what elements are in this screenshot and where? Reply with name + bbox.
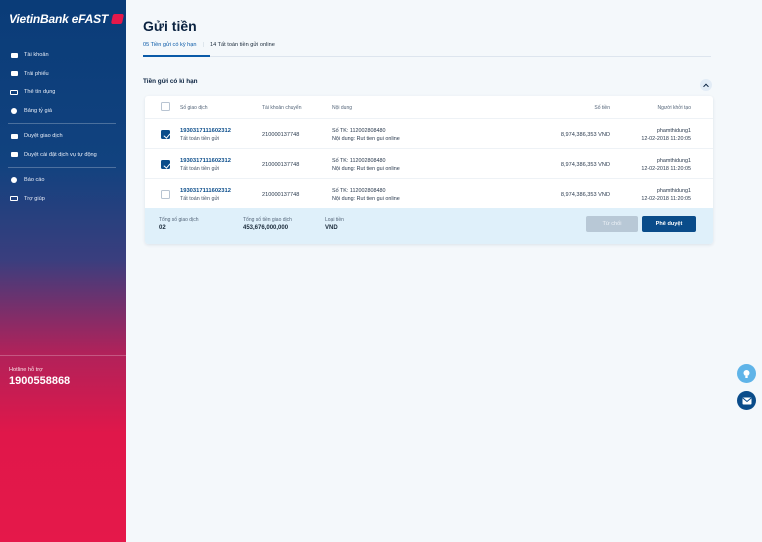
content-note: Nội dung: Rut tien gui online [332,166,400,172]
approve-transaction-icon [10,133,18,139]
table-row[interactable]: 1930317111602312 Tất toán tiền gửi 21000… [145,148,713,178]
creator: phamthidung1 [656,188,691,194]
sidebar-item-label: Duyệt cài đặt dịch vụ tự động [24,151,97,158]
content-account: Số TK: 112002808480 [332,128,386,134]
source-account: 210000137748 [262,132,300,138]
transaction-type: Tất toán tiền gửi [180,196,220,202]
sidebar-item-duyet-cai-dat[interactable]: Duyệt cài đặt dịch vụ tự động [0,146,126,165]
vietinbank-logo[interactable]: VietinBank eFAST [9,12,125,26]
report-icon [10,177,18,184]
header-creator: Người khởi tạo [657,105,691,111]
auto-service-icon [10,152,18,158]
transaction-code[interactable]: 1930317111602312 [180,128,231,134]
table-header: Số giao dịch Tài khoản chuyển Nội dung S… [145,96,713,116]
mail-icon[interactable] [737,391,756,410]
chevron-up-icon[interactable] [700,79,712,91]
header-code: Số giao dịch [180,105,208,111]
approve-button[interactable]: Phê duyệt [642,216,696,232]
transaction-table: Số giao dịch Tài khoản chuyển Nội dung S… [145,96,713,244]
sidebar-item-label: Báo cáo [24,177,45,184]
sidebar-item-tai-khoan[interactable]: Tài khoản [0,46,126,65]
content-note: Nội dung: Rut tien gui online [332,136,400,142]
tab-tat-toan-online[interactable]: 14 Tất toán tiền gửi online [210,42,281,48]
section-title: Tiền gửi có kì hạn [143,78,198,85]
tab-separator: | [202,42,204,48]
sidebar-item-label: Duyệt giao dịch [24,133,63,140]
creator: phamthidung1 [656,128,691,134]
total-label: Tổng số tiền giao dịch [243,217,292,223]
source-account: 210000137748 [262,192,300,198]
hotline-number[interactable]: 1900558868 [9,375,70,387]
sidebar-item-bang-ty-gia[interactable]: Bảng tỷ giá [0,102,126,121]
row-checkbox[interactable] [161,160,170,169]
tab-tien-gui-co-ky-han[interactable]: 05 Tiền gửi có kỳ hạn [143,42,203,48]
creator: phamthidung1 [656,158,691,164]
created-date: 12-02-2018 11:20:05 [641,166,691,172]
count-label: Tổng số giao dịch [159,217,199,223]
sidebar-item-tro-giup[interactable]: Trợ giúp [0,190,126,209]
sidebar-item-duyet-giao-dich[interactable]: Duyệt giao dịch [0,127,126,146]
page-title: Gửi tiền [143,18,197,34]
logo-flag-icon [110,14,125,24]
help-icon [10,196,18,202]
transaction-code[interactable]: 1930317111602312 [180,188,231,194]
sidebar-item-label: Trái phiếu [24,70,49,77]
sidebar-item-label: Trợ giúp [24,195,45,202]
reject-button[interactable]: Từ chối [586,216,638,232]
transaction-type: Tất toán tiền gửi [180,136,220,142]
transaction-type: Tất toán tiền gửi [180,166,220,172]
hotline-label: Hotline hỗ trợ [9,367,43,373]
exchange-rate-icon [10,107,18,114]
created-date: 12-02-2018 11:20:05 [641,136,691,142]
source-account: 210000137748 [262,162,300,168]
sidebar-divider [8,123,116,124]
bond-icon [10,71,18,77]
wallet-icon [10,52,18,58]
lightbulb-icon[interactable] [737,364,756,383]
logo-text: VietinBank eFAST [9,12,109,26]
amount: 8,974,386,353 VND [560,132,610,138]
row-checkbox[interactable] [161,190,170,199]
header-content: Nội dung [332,105,353,111]
sidebar-item-label: Bảng tỷ giá [24,107,52,114]
created-date: 12-02-2018 11:20:05 [641,196,691,202]
content-account: Số TK: 112002808480 [332,188,386,194]
credit-card-icon [10,89,18,95]
header-account: Tài khoản chuyển [262,105,302,111]
table-row[interactable]: 1930317111602312 Tất toán tiền gửi 21000… [145,178,713,208]
sidebar: VietinBank eFAST Tài khoản Trái phiếu Th… [0,0,126,542]
tab-bar: 05 Tiền gửi có kỳ hạn | 14 Tất toán tiền… [143,42,281,48]
amount: 8,974,386,353 VND [560,162,610,168]
sidebar-item-the-tin-dung[interactable]: Thẻ tín dụng [0,83,126,102]
transaction-code[interactable]: 1930317111602312 [180,158,231,164]
sidebar-divider [8,167,116,168]
sidebar-divider [0,355,126,356]
main-content: Gửi tiền 05 Tiền gửi có kỳ hạn | 14 Tất … [126,0,762,542]
currency-label: Loại tiền [325,217,344,223]
currency-value: VND [325,225,338,231]
summary-bar: Tổng số giao dịch 02 Tổng số tiền giao d… [145,208,713,244]
active-tab-indicator [143,55,210,57]
sidebar-item-label: Tài khoản [24,52,49,59]
sidebar-item-bao-cao[interactable]: Báo cáo [0,171,126,190]
row-checkbox[interactable] [161,130,170,139]
tab-rule [143,56,711,57]
sidebar-item-label: Thẻ tín dụng [24,89,56,96]
sidebar-item-trai-phieu[interactable]: Trái phiếu [0,65,126,84]
content-account: Số TK: 112002808480 [332,158,386,164]
count-value: 02 [159,225,166,231]
header-amount: Số tiền [594,105,610,111]
table-row[interactable]: 1930317111602312 Tất toán tiền gửi 21000… [145,118,713,148]
sidebar-menu: Tài khoản Trái phiếu Thẻ tín dụng Bảng t… [0,46,126,208]
amount: 8,974,386,353 VND [560,192,610,198]
select-all-checkbox[interactable] [161,102,170,111]
total-value: 453,676,000,000 [243,225,289,231]
content-note: Nội dung: Rut tien gui online [332,196,400,202]
